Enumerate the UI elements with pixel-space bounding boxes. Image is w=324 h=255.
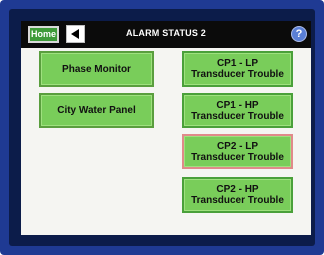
title-bar: Home ALARM STATUS 2 ?	[21, 21, 311, 48]
cp1-hp-line2: Transducer Trouble	[191, 110, 284, 122]
home-button[interactable]: Home	[28, 26, 59, 43]
cp2-lp-line2: Transducer Trouble	[191, 151, 284, 163]
back-arrow-icon	[71, 29, 79, 39]
city-water-panel-label: City Water Panel	[57, 105, 136, 116]
device-frame: Home ALARM STATUS 2 ? Phase Monitor City…	[0, 0, 324, 255]
cp2-hp-transducer-trouble-button[interactable]: CP2 - HP Transducer Trouble	[182, 177, 293, 213]
cp2-lp-transducer-trouble-button[interactable]: CP2 - LP Transducer Trouble	[182, 134, 293, 169]
page-title: ALARM STATUS 2	[126, 28, 206, 38]
cp1-lp-line2: Transducer Trouble	[191, 69, 284, 80]
cp2-lp-line1: CP2 - LP	[216, 140, 259, 152]
help-button[interactable]: ?	[291, 26, 307, 42]
hmi-screen: Home ALARM STATUS 2 ? Phase Monitor City…	[21, 21, 311, 235]
cp2-hp-line2: Transducer Trouble	[191, 195, 284, 206]
back-button[interactable]	[66, 25, 85, 43]
phase-monitor-label: Phase Monitor	[62, 63, 131, 75]
help-icon: ?	[295, 28, 303, 40]
city-water-panel-button[interactable]: City Water Panel	[39, 93, 154, 128]
cp1-lp-transducer-trouble-button[interactable]: CP1 - LP Transducer Trouble	[182, 51, 293, 87]
cp2-hp-line1: CP2 - HP	[216, 184, 259, 195]
cp1-hp-transducer-trouble-button[interactable]: CP1 - HP Transducer Trouble	[182, 93, 293, 128]
cp1-hp-line1: CP1 - HP	[216, 99, 259, 111]
phase-monitor-button[interactable]: Phase Monitor	[39, 51, 154, 87]
cp1-lp-line1: CP1 - LP	[216, 58, 259, 69]
